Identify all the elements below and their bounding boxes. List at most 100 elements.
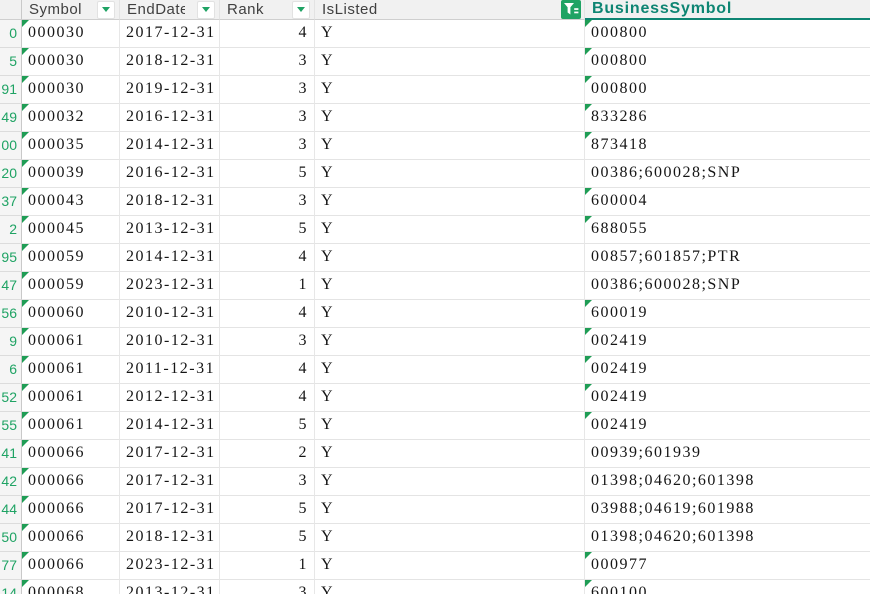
cell-rank[interactable]: 3 <box>220 76 315 104</box>
cell-islisted[interactable]: Y <box>315 160 585 188</box>
cell-business-symbol[interactable]: 000977 <box>585 552 870 580</box>
cell-rank[interactable]: 5 <box>220 412 315 440</box>
row-number[interactable]: 52 <box>0 384 22 412</box>
cell-business-symbol[interactable]: 600004 <box>585 188 870 216</box>
cell-islisted[interactable]: Y <box>315 468 585 496</box>
cell-rank[interactable]: 5 <box>220 496 315 524</box>
cell-rank[interactable]: 4 <box>220 384 315 412</box>
row-number[interactable]: 14 <box>0 580 22 594</box>
cell-islisted[interactable]: Y <box>315 496 585 524</box>
cell-rank[interactable]: 3 <box>220 48 315 76</box>
column-header-islisted[interactable]: IsListed <box>315 0 585 20</box>
cell-islisted[interactable]: Y <box>315 132 585 160</box>
cell-symbol[interactable]: 000066 <box>22 440 120 468</box>
cell-islisted[interactable]: Y <box>315 76 585 104</box>
cell-symbol[interactable]: 000068 <box>22 580 120 594</box>
cell-business-symbol[interactable]: 00386;600028;SNP <box>585 160 870 188</box>
cell-rank[interactable]: 5 <box>220 160 315 188</box>
cell-islisted[interactable]: Y <box>315 412 585 440</box>
cell-business-symbol[interactable]: 600100 <box>585 580 870 594</box>
cell-islisted[interactable]: Y <box>315 524 585 552</box>
cell-business-symbol[interactable]: 03988;04619;601988 <box>585 496 870 524</box>
cell-symbol[interactable]: 000039 <box>22 160 120 188</box>
cell-enddate[interactable]: 2017-12-31 <box>120 440 220 468</box>
cell-business-symbol[interactable]: 873418 <box>585 132 870 160</box>
cell-enddate[interactable]: 2016-12-31 <box>120 104 220 132</box>
row-number[interactable]: 44 <box>0 496 22 524</box>
cell-enddate[interactable]: 2011-12-31 <box>120 356 220 384</box>
cell-enddate[interactable]: 2018-12-31 <box>120 188 220 216</box>
cell-rank[interactable]: 3 <box>220 580 315 594</box>
cell-islisted[interactable]: Y <box>315 328 585 356</box>
cell-business-symbol[interactable]: 833286 <box>585 104 870 132</box>
cell-business-symbol[interactable]: 000800 <box>585 48 870 76</box>
cell-symbol[interactable]: 000066 <box>22 468 120 496</box>
row-number[interactable]: 42 <box>0 468 22 496</box>
cell-enddate[interactable]: 2014-12-31 <box>120 412 220 440</box>
cell-symbol[interactable]: 000030 <box>22 76 120 104</box>
row-number[interactable]: 37 <box>0 188 22 216</box>
cell-business-symbol[interactable]: 002419 <box>585 384 870 412</box>
cell-enddate[interactable]: 2019-12-31 <box>120 76 220 104</box>
cell-symbol[interactable]: 000032 <box>22 104 120 132</box>
cell-rank[interactable]: 3 <box>220 468 315 496</box>
cell-symbol[interactable]: 000061 <box>22 356 120 384</box>
cell-symbol[interactable]: 000043 <box>22 188 120 216</box>
cell-islisted[interactable]: Y <box>315 552 585 580</box>
column-header-symbol[interactable]: Symbol <box>22 0 120 20</box>
cell-rank[interactable]: 4 <box>220 356 315 384</box>
cell-business-symbol[interactable]: 000800 <box>585 76 870 104</box>
cell-rank[interactable]: 5 <box>220 216 315 244</box>
cell-enddate[interactable]: 2012-12-31 <box>120 384 220 412</box>
cell-business-symbol[interactable]: 00857;601857;PTR <box>585 244 870 272</box>
cell-symbol[interactable]: 000061 <box>22 412 120 440</box>
cell-symbol[interactable]: 000030 <box>22 20 120 48</box>
cell-enddate[interactable]: 2010-12-31 <box>120 300 220 328</box>
cell-enddate[interactable]: 2023-12-31 <box>120 552 220 580</box>
cell-business-symbol[interactable]: 01398;04620;601398 <box>585 524 870 552</box>
cell-islisted[interactable]: Y <box>315 300 585 328</box>
active-filter-button-islisted[interactable] <box>561 0 581 19</box>
row-number[interactable]: 6 <box>0 356 22 384</box>
cell-rank[interactable]: 4 <box>220 244 315 272</box>
cell-symbol[interactable]: 000035 <box>22 132 120 160</box>
cell-business-symbol[interactable]: 00939;601939 <box>585 440 870 468</box>
row-number[interactable]: 50 <box>0 524 22 552</box>
cell-islisted[interactable]: Y <box>315 20 585 48</box>
cell-business-symbol[interactable]: 000800 <box>585 20 870 48</box>
cell-islisted[interactable]: Y <box>315 440 585 468</box>
row-number[interactable]: 91 <box>0 76 22 104</box>
cell-business-symbol[interactable]: 002419 <box>585 356 870 384</box>
cell-symbol[interactable]: 000061 <box>22 384 120 412</box>
cell-rank[interactable]: 1 <box>220 552 315 580</box>
cell-islisted[interactable]: Y <box>315 104 585 132</box>
cell-rank[interactable]: 1 <box>220 272 315 300</box>
cell-rank[interactable]: 2 <box>220 440 315 468</box>
column-header-rank[interactable]: Rank <box>220 0 315 20</box>
column-header-businesssymbol[interactable]: BusinessSymbol <box>585 0 870 20</box>
cell-business-symbol[interactable]: 002419 <box>585 412 870 440</box>
cell-rank[interactable]: 5 <box>220 524 315 552</box>
cell-symbol[interactable]: 000045 <box>22 216 120 244</box>
cell-symbol[interactable]: 000066 <box>22 496 120 524</box>
cell-symbol[interactable]: 000059 <box>22 272 120 300</box>
cell-symbol[interactable]: 000059 <box>22 244 120 272</box>
cell-business-symbol[interactable]: 01398;04620;601398 <box>585 468 870 496</box>
cell-islisted[interactable]: Y <box>315 216 585 244</box>
cell-enddate[interactable]: 2017-12-31 <box>120 468 220 496</box>
cell-enddate[interactable]: 2013-12-31 <box>120 216 220 244</box>
cell-enddate[interactable]: 2013-12-31 <box>120 580 220 594</box>
row-number[interactable]: 9 <box>0 328 22 356</box>
cell-rank[interactable]: 3 <box>220 188 315 216</box>
cell-enddate[interactable]: 2018-12-31 <box>120 524 220 552</box>
cell-rank[interactable]: 4 <box>220 300 315 328</box>
cell-rank[interactable]: 4 <box>220 20 315 48</box>
cell-rank[interactable]: 3 <box>220 132 315 160</box>
filter-dropdown-rank[interactable] <box>292 0 310 19</box>
row-number[interactable]: 49 <box>0 104 22 132</box>
cell-islisted[interactable]: Y <box>315 356 585 384</box>
row-number[interactable]: 41 <box>0 440 22 468</box>
cell-islisted[interactable]: Y <box>315 244 585 272</box>
row-number[interactable]: 55 <box>0 412 22 440</box>
cell-symbol[interactable]: 000060 <box>22 300 120 328</box>
